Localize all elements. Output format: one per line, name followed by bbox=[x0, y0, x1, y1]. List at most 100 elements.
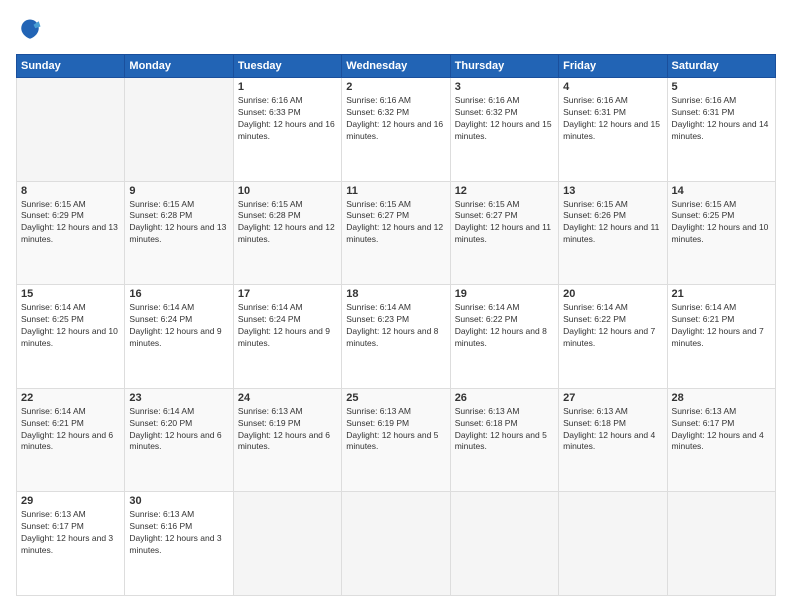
day-number: 13 bbox=[563, 185, 662, 197]
day-info: Sunrise: 6:13 AM Sunset: 6:17 PM Dayligh… bbox=[672, 406, 771, 454]
calendar-day-cell: 24 Sunrise: 6:13 AM Sunset: 6:19 PM Dayl… bbox=[233, 388, 341, 492]
day-number: 21 bbox=[672, 288, 771, 300]
day-info: Sunrise: 6:13 AM Sunset: 6:19 PM Dayligh… bbox=[238, 406, 337, 454]
day-info: Sunrise: 6:13 AM Sunset: 6:19 PM Dayligh… bbox=[346, 406, 445, 454]
day-number: 28 bbox=[672, 392, 771, 404]
calendar-table: SundayMondayTuesdayWednesdayThursdayFrid… bbox=[16, 54, 776, 596]
calendar-day-cell bbox=[559, 492, 667, 596]
day-number: 10 bbox=[238, 185, 337, 197]
day-info: Sunrise: 6:16 AM Sunset: 6:32 PM Dayligh… bbox=[346, 95, 445, 143]
calendar-day-header: Sunday bbox=[17, 55, 125, 78]
calendar-day-cell: 28 Sunrise: 6:13 AM Sunset: 6:17 PM Dayl… bbox=[667, 388, 775, 492]
calendar-day-cell: 4 Sunrise: 6:16 AM Sunset: 6:31 PM Dayli… bbox=[559, 78, 667, 182]
day-number: 15 bbox=[21, 288, 120, 300]
day-info: Sunrise: 6:15 AM Sunset: 6:28 PM Dayligh… bbox=[238, 199, 337, 247]
calendar-day-cell: 12 Sunrise: 6:15 AM Sunset: 6:27 PM Dayl… bbox=[450, 181, 558, 285]
calendar-day-cell: 10 Sunrise: 6:15 AM Sunset: 6:28 PM Dayl… bbox=[233, 181, 341, 285]
day-info: Sunrise: 6:14 AM Sunset: 6:22 PM Dayligh… bbox=[455, 302, 554, 350]
calendar-day-header: Friday bbox=[559, 55, 667, 78]
calendar-day-cell: 2 Sunrise: 6:16 AM Sunset: 6:32 PM Dayli… bbox=[342, 78, 450, 182]
logo-icon bbox=[16, 16, 44, 44]
calendar-day-cell: 18 Sunrise: 6:14 AM Sunset: 6:23 PM Dayl… bbox=[342, 285, 450, 389]
day-number: 22 bbox=[21, 392, 120, 404]
day-number: 29 bbox=[21, 495, 120, 507]
calendar-day-cell: 29 Sunrise: 6:13 AM Sunset: 6:17 PM Dayl… bbox=[17, 492, 125, 596]
calendar-day-header: Tuesday bbox=[233, 55, 341, 78]
day-info: Sunrise: 6:15 AM Sunset: 6:27 PM Dayligh… bbox=[455, 199, 554, 247]
day-number: 3 bbox=[455, 81, 554, 93]
calendar-day-cell: 25 Sunrise: 6:13 AM Sunset: 6:19 PM Dayl… bbox=[342, 388, 450, 492]
day-number: 2 bbox=[346, 81, 445, 93]
calendar-week-row: 22 Sunrise: 6:14 AM Sunset: 6:21 PM Dayl… bbox=[17, 388, 776, 492]
day-info: Sunrise: 6:14 AM Sunset: 6:23 PM Dayligh… bbox=[346, 302, 445, 350]
calendar-day-cell: 8 Sunrise: 6:15 AM Sunset: 6:29 PM Dayli… bbox=[17, 181, 125, 285]
day-number: 24 bbox=[238, 392, 337, 404]
day-info: Sunrise: 6:15 AM Sunset: 6:29 PM Dayligh… bbox=[21, 199, 120, 247]
day-number: 1 bbox=[238, 81, 337, 93]
day-number: 18 bbox=[346, 288, 445, 300]
calendar-day-cell: 5 Sunrise: 6:16 AM Sunset: 6:31 PM Dayli… bbox=[667, 78, 775, 182]
day-number: 25 bbox=[346, 392, 445, 404]
calendar-day-cell: 26 Sunrise: 6:13 AM Sunset: 6:18 PM Dayl… bbox=[450, 388, 558, 492]
calendar-day-header: Monday bbox=[125, 55, 233, 78]
calendar-day-cell bbox=[17, 78, 125, 182]
day-info: Sunrise: 6:15 AM Sunset: 6:27 PM Dayligh… bbox=[346, 199, 445, 247]
day-number: 19 bbox=[455, 288, 554, 300]
day-info: Sunrise: 6:14 AM Sunset: 6:24 PM Dayligh… bbox=[129, 302, 228, 350]
day-info: Sunrise: 6:15 AM Sunset: 6:26 PM Dayligh… bbox=[563, 199, 662, 247]
calendar-day-cell: 9 Sunrise: 6:15 AM Sunset: 6:28 PM Dayli… bbox=[125, 181, 233, 285]
day-info: Sunrise: 6:15 AM Sunset: 6:25 PM Dayligh… bbox=[672, 199, 771, 247]
day-info: Sunrise: 6:15 AM Sunset: 6:28 PM Dayligh… bbox=[129, 199, 228, 247]
header bbox=[16, 16, 776, 44]
day-info: Sunrise: 6:16 AM Sunset: 6:31 PM Dayligh… bbox=[563, 95, 662, 143]
day-number: 26 bbox=[455, 392, 554, 404]
day-number: 16 bbox=[129, 288, 228, 300]
day-info: Sunrise: 6:13 AM Sunset: 6:16 PM Dayligh… bbox=[129, 509, 228, 557]
day-number: 11 bbox=[346, 185, 445, 197]
day-number: 5 bbox=[672, 81, 771, 93]
calendar-day-cell: 11 Sunrise: 6:15 AM Sunset: 6:27 PM Dayl… bbox=[342, 181, 450, 285]
day-info: Sunrise: 6:14 AM Sunset: 6:21 PM Dayligh… bbox=[21, 406, 120, 454]
day-info: Sunrise: 6:14 AM Sunset: 6:21 PM Dayligh… bbox=[672, 302, 771, 350]
calendar-week-row: 1 Sunrise: 6:16 AM Sunset: 6:33 PM Dayli… bbox=[17, 78, 776, 182]
calendar-day-cell: 3 Sunrise: 6:16 AM Sunset: 6:32 PM Dayli… bbox=[450, 78, 558, 182]
day-info: Sunrise: 6:16 AM Sunset: 6:31 PM Dayligh… bbox=[672, 95, 771, 143]
day-number: 4 bbox=[563, 81, 662, 93]
day-number: 12 bbox=[455, 185, 554, 197]
calendar-day-cell bbox=[342, 492, 450, 596]
day-info: Sunrise: 6:14 AM Sunset: 6:25 PM Dayligh… bbox=[21, 302, 120, 350]
calendar-day-cell: 21 Sunrise: 6:14 AM Sunset: 6:21 PM Dayl… bbox=[667, 285, 775, 389]
calendar-day-cell: 14 Sunrise: 6:15 AM Sunset: 6:25 PM Dayl… bbox=[667, 181, 775, 285]
calendar-day-cell: 22 Sunrise: 6:14 AM Sunset: 6:21 PM Dayl… bbox=[17, 388, 125, 492]
calendar-day-cell: 20 Sunrise: 6:14 AM Sunset: 6:22 PM Dayl… bbox=[559, 285, 667, 389]
calendar-week-row: 29 Sunrise: 6:13 AM Sunset: 6:17 PM Dayl… bbox=[17, 492, 776, 596]
day-info: Sunrise: 6:14 AM Sunset: 6:20 PM Dayligh… bbox=[129, 406, 228, 454]
day-number: 30 bbox=[129, 495, 228, 507]
calendar-day-cell: 16 Sunrise: 6:14 AM Sunset: 6:24 PM Dayl… bbox=[125, 285, 233, 389]
day-info: Sunrise: 6:16 AM Sunset: 6:32 PM Dayligh… bbox=[455, 95, 554, 143]
day-info: Sunrise: 6:13 AM Sunset: 6:18 PM Dayligh… bbox=[563, 406, 662, 454]
calendar-day-cell bbox=[125, 78, 233, 182]
day-number: 20 bbox=[563, 288, 662, 300]
calendar-day-header: Wednesday bbox=[342, 55, 450, 78]
calendar-day-header: Saturday bbox=[667, 55, 775, 78]
calendar-day-cell bbox=[233, 492, 341, 596]
calendar-day-cell: 13 Sunrise: 6:15 AM Sunset: 6:26 PM Dayl… bbox=[559, 181, 667, 285]
calendar-day-cell: 30 Sunrise: 6:13 AM Sunset: 6:16 PM Dayl… bbox=[125, 492, 233, 596]
day-info: Sunrise: 6:13 AM Sunset: 6:17 PM Dayligh… bbox=[21, 509, 120, 557]
day-info: Sunrise: 6:16 AM Sunset: 6:33 PM Dayligh… bbox=[238, 95, 337, 143]
day-number: 9 bbox=[129, 185, 228, 197]
day-info: Sunrise: 6:14 AM Sunset: 6:22 PM Dayligh… bbox=[563, 302, 662, 350]
page: SundayMondayTuesdayWednesdayThursdayFrid… bbox=[0, 0, 792, 612]
day-number: 17 bbox=[238, 288, 337, 300]
calendar-day-cell: 23 Sunrise: 6:14 AM Sunset: 6:20 PM Dayl… bbox=[125, 388, 233, 492]
day-number: 8 bbox=[21, 185, 120, 197]
calendar-day-cell: 19 Sunrise: 6:14 AM Sunset: 6:22 PM Dayl… bbox=[450, 285, 558, 389]
day-number: 14 bbox=[672, 185, 771, 197]
logo bbox=[16, 16, 48, 44]
calendar-week-row: 8 Sunrise: 6:15 AM Sunset: 6:29 PM Dayli… bbox=[17, 181, 776, 285]
day-info: Sunrise: 6:13 AM Sunset: 6:18 PM Dayligh… bbox=[455, 406, 554, 454]
calendar-day-cell bbox=[667, 492, 775, 596]
day-number: 23 bbox=[129, 392, 228, 404]
calendar-header-row: SundayMondayTuesdayWednesdayThursdayFrid… bbox=[17, 55, 776, 78]
